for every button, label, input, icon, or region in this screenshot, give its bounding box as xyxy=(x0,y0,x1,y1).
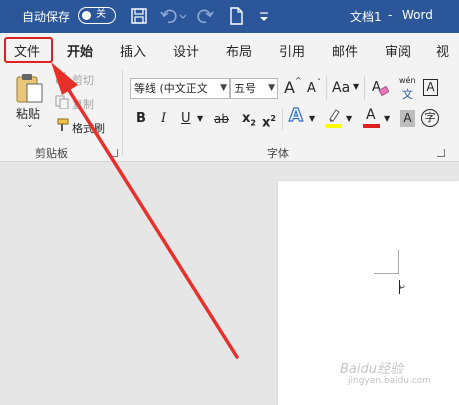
annotation-arrow-icon xyxy=(51,62,239,359)
